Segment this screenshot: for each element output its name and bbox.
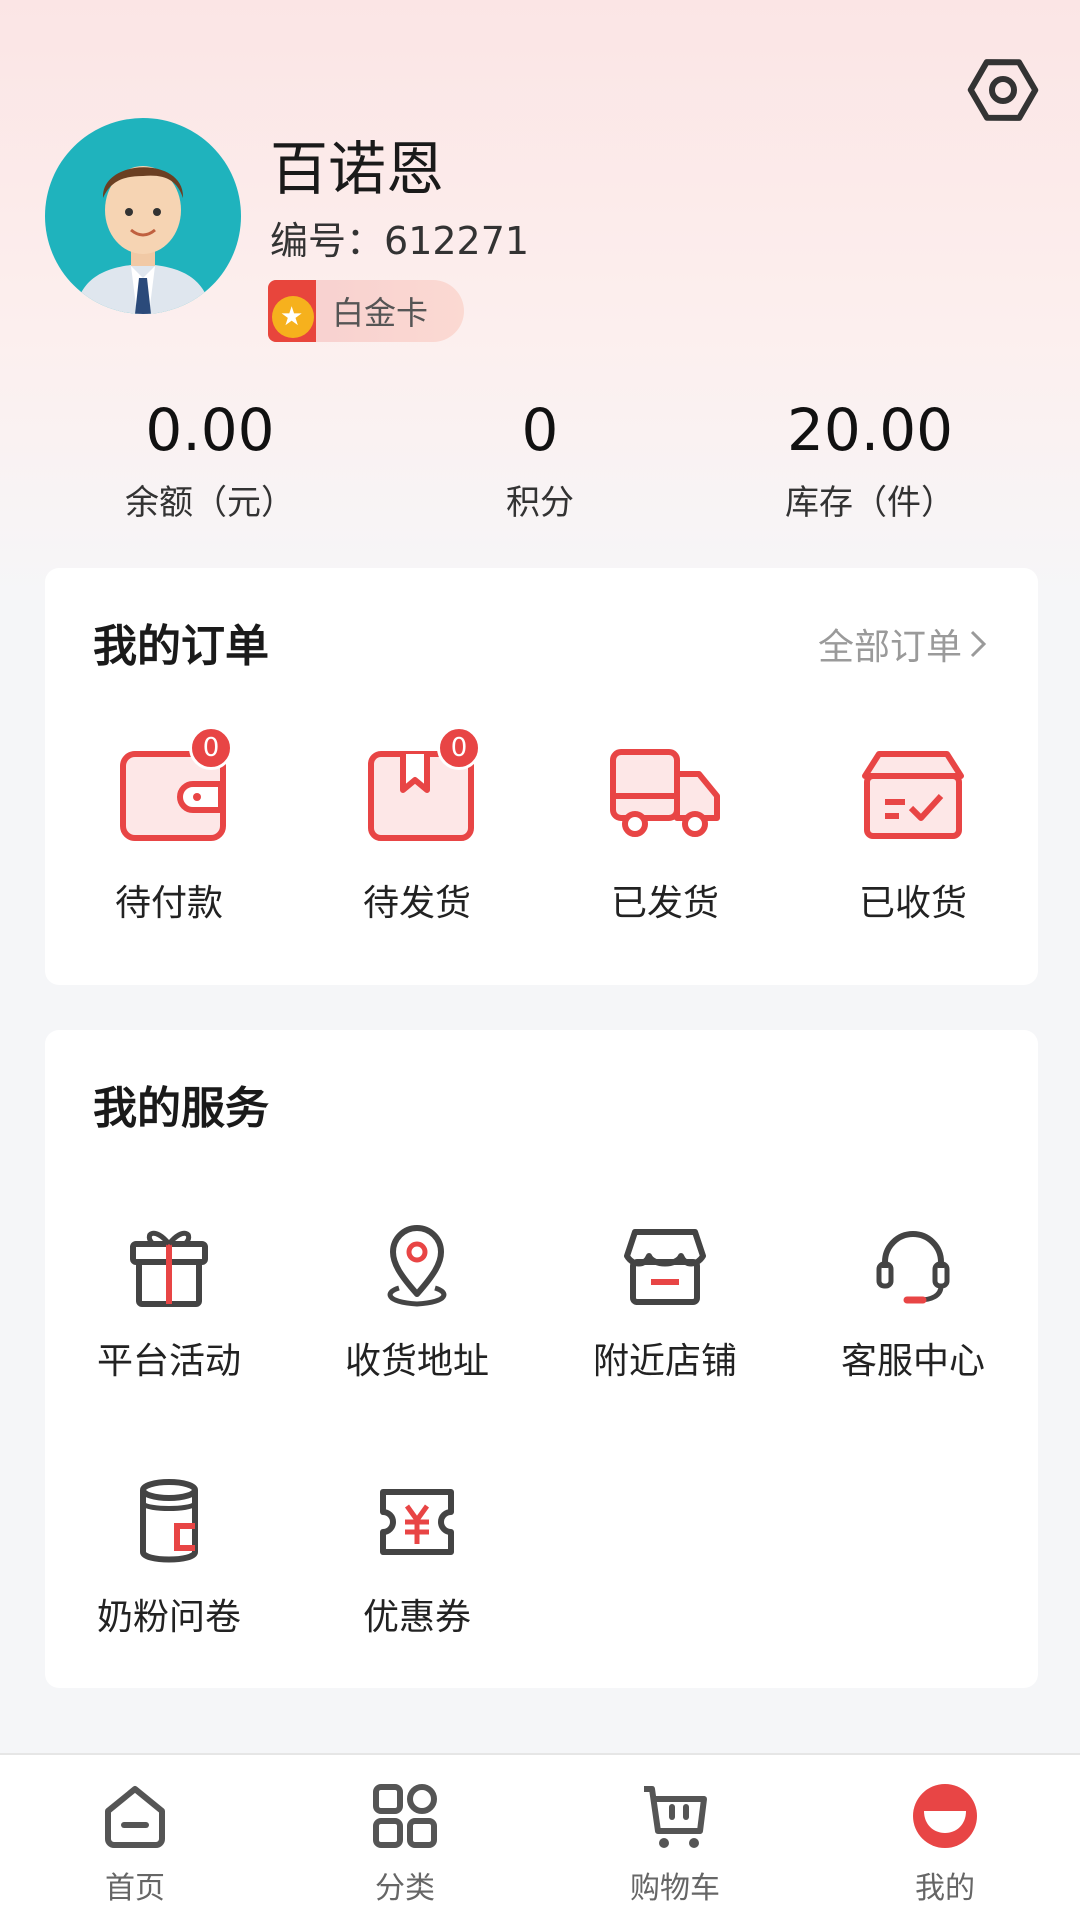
avatar[interactable] <box>45 118 241 314</box>
user-id-label: 编号： <box>270 219 385 263</box>
stat-balance-value: 0.00 <box>145 396 275 464</box>
order-pending-shipment[interactable]: 0 待发货 <box>293 726 541 926</box>
headset-icon <box>876 1231 950 1304</box>
order-shipped[interactable]: 已发货 <box>541 744 789 926</box>
service-nearby-stores-label: 附近店铺 <box>592 1341 737 1382</box>
service-platform-activity-label: 平台活动 <box>96 1341 241 1382</box>
all-orders-link[interactable]: 全部订单 <box>818 618 988 670</box>
service-milk-survey[interactable]: 奶粉问卷 <box>45 1478 293 1640</box>
cart-icon <box>644 1786 707 1848</box>
username: 百诺恩 <box>270 135 445 203</box>
home-icon <box>105 1786 165 1848</box>
order-received-label: 已收货 <box>858 883 967 924</box>
member-level-label: 白金卡 <box>332 294 429 332</box>
orders-title: 我的订单 <box>93 621 269 672</box>
service-nearby-stores[interactable]: 附近店铺 <box>541 1222 789 1384</box>
account-stats: 0.00 余额（元） 0 积分 20.00 库存（件） <box>0 395 1080 535</box>
settings-hex-icon <box>967 59 1039 121</box>
settings-button[interactable] <box>963 50 1043 130</box>
service-milk-survey-label: 奶粉问卷 <box>96 1597 241 1638</box>
truck-icon <box>610 749 720 837</box>
service-platform-activity[interactable]: 平台活动 <box>45 1222 293 1384</box>
stat-inventory-value: 20.00 <box>786 396 954 464</box>
stat-points[interactable]: 0 积分 <box>375 395 705 524</box>
tab-profile-label: 我的 <box>915 1871 975 1906</box>
services-card: 我的服务 平台活动 收货地址 附近店铺 客服中心 奶粉问卷 优惠券 <box>45 1030 1038 1688</box>
user-id-value: 612271 <box>384 219 530 263</box>
order-shipped-label: 已发货 <box>610 883 719 924</box>
profile-icon <box>913 1784 977 1848</box>
order-pending-payment[interactable]: 0 待付款 <box>45 726 293 926</box>
service-coupons-label: 优惠券 <box>362 1597 471 1638</box>
services-title: 我的服务 <box>93 1083 269 1134</box>
stat-inventory-label: 库存（件） <box>785 483 955 523</box>
tab-cart[interactable]: 购物车 <box>540 1781 810 1907</box>
order-pending-payment-label: 待付款 <box>114 883 223 924</box>
tab-category[interactable]: 分类 <box>270 1781 540 1907</box>
orders-card: 我的订单 全部订单 0 待付款 0 待发货 已发货 已收货 <box>45 568 1038 985</box>
stat-balance[interactable]: 0.00 余额（元） <box>45 395 375 524</box>
tab-home-label: 首页 <box>105 1871 165 1906</box>
tab-category-label: 分类 <box>375 1871 435 1906</box>
avatar-man-icon <box>75 166 211 314</box>
member-level-badge[interactable]: ★ 白金卡 <box>268 280 464 342</box>
stat-points-value: 0 <box>521 396 559 464</box>
received-box-icon <box>862 751 964 839</box>
chevron-right-icon <box>970 630 987 658</box>
service-shipping-address-label: 收货地址 <box>344 1341 489 1382</box>
pending-shipment-badge: 0 <box>437 726 481 770</box>
location-pin-icon <box>387 1225 447 1307</box>
stat-balance-label: 余额（元） <box>125 483 295 523</box>
medal-icon: ★ <box>268 280 316 342</box>
milk-can-icon <box>140 1479 198 1563</box>
stat-points-label: 积分 <box>506 483 574 523</box>
stat-inventory[interactable]: 20.00 库存（件） <box>705 395 1035 524</box>
user-id: 编号：612271 <box>270 210 529 265</box>
order-received[interactable]: 已收货 <box>789 744 1037 926</box>
store-icon <box>624 1229 706 1305</box>
tab-profile[interactable]: 我的 <box>810 1781 1080 1907</box>
service-shipping-address[interactable]: 收货地址 <box>293 1222 541 1384</box>
service-coupons[interactable]: 优惠券 <box>293 1478 541 1640</box>
star-icon: ★ <box>280 302 304 332</box>
all-orders-label: 全部订单 <box>817 627 962 668</box>
service-customer-center[interactable]: 客服中心 <box>789 1222 1037 1384</box>
pending-payment-badge: 0 <box>189 726 233 770</box>
tab-home[interactable]: 首页 <box>0 1781 270 1907</box>
bottom-tab-bar: 首页 分类 购物车 我的 <box>0 1753 1080 1920</box>
service-customer-center-label: 客服中心 <box>840 1341 985 1382</box>
gift-icon <box>130 1230 208 1307</box>
category-icon <box>373 1784 437 1848</box>
order-pending-shipment-label: 待发货 <box>362 883 471 924</box>
coupon-icon <box>380 1489 454 1555</box>
tab-cart-label: 购物车 <box>630 1871 720 1906</box>
